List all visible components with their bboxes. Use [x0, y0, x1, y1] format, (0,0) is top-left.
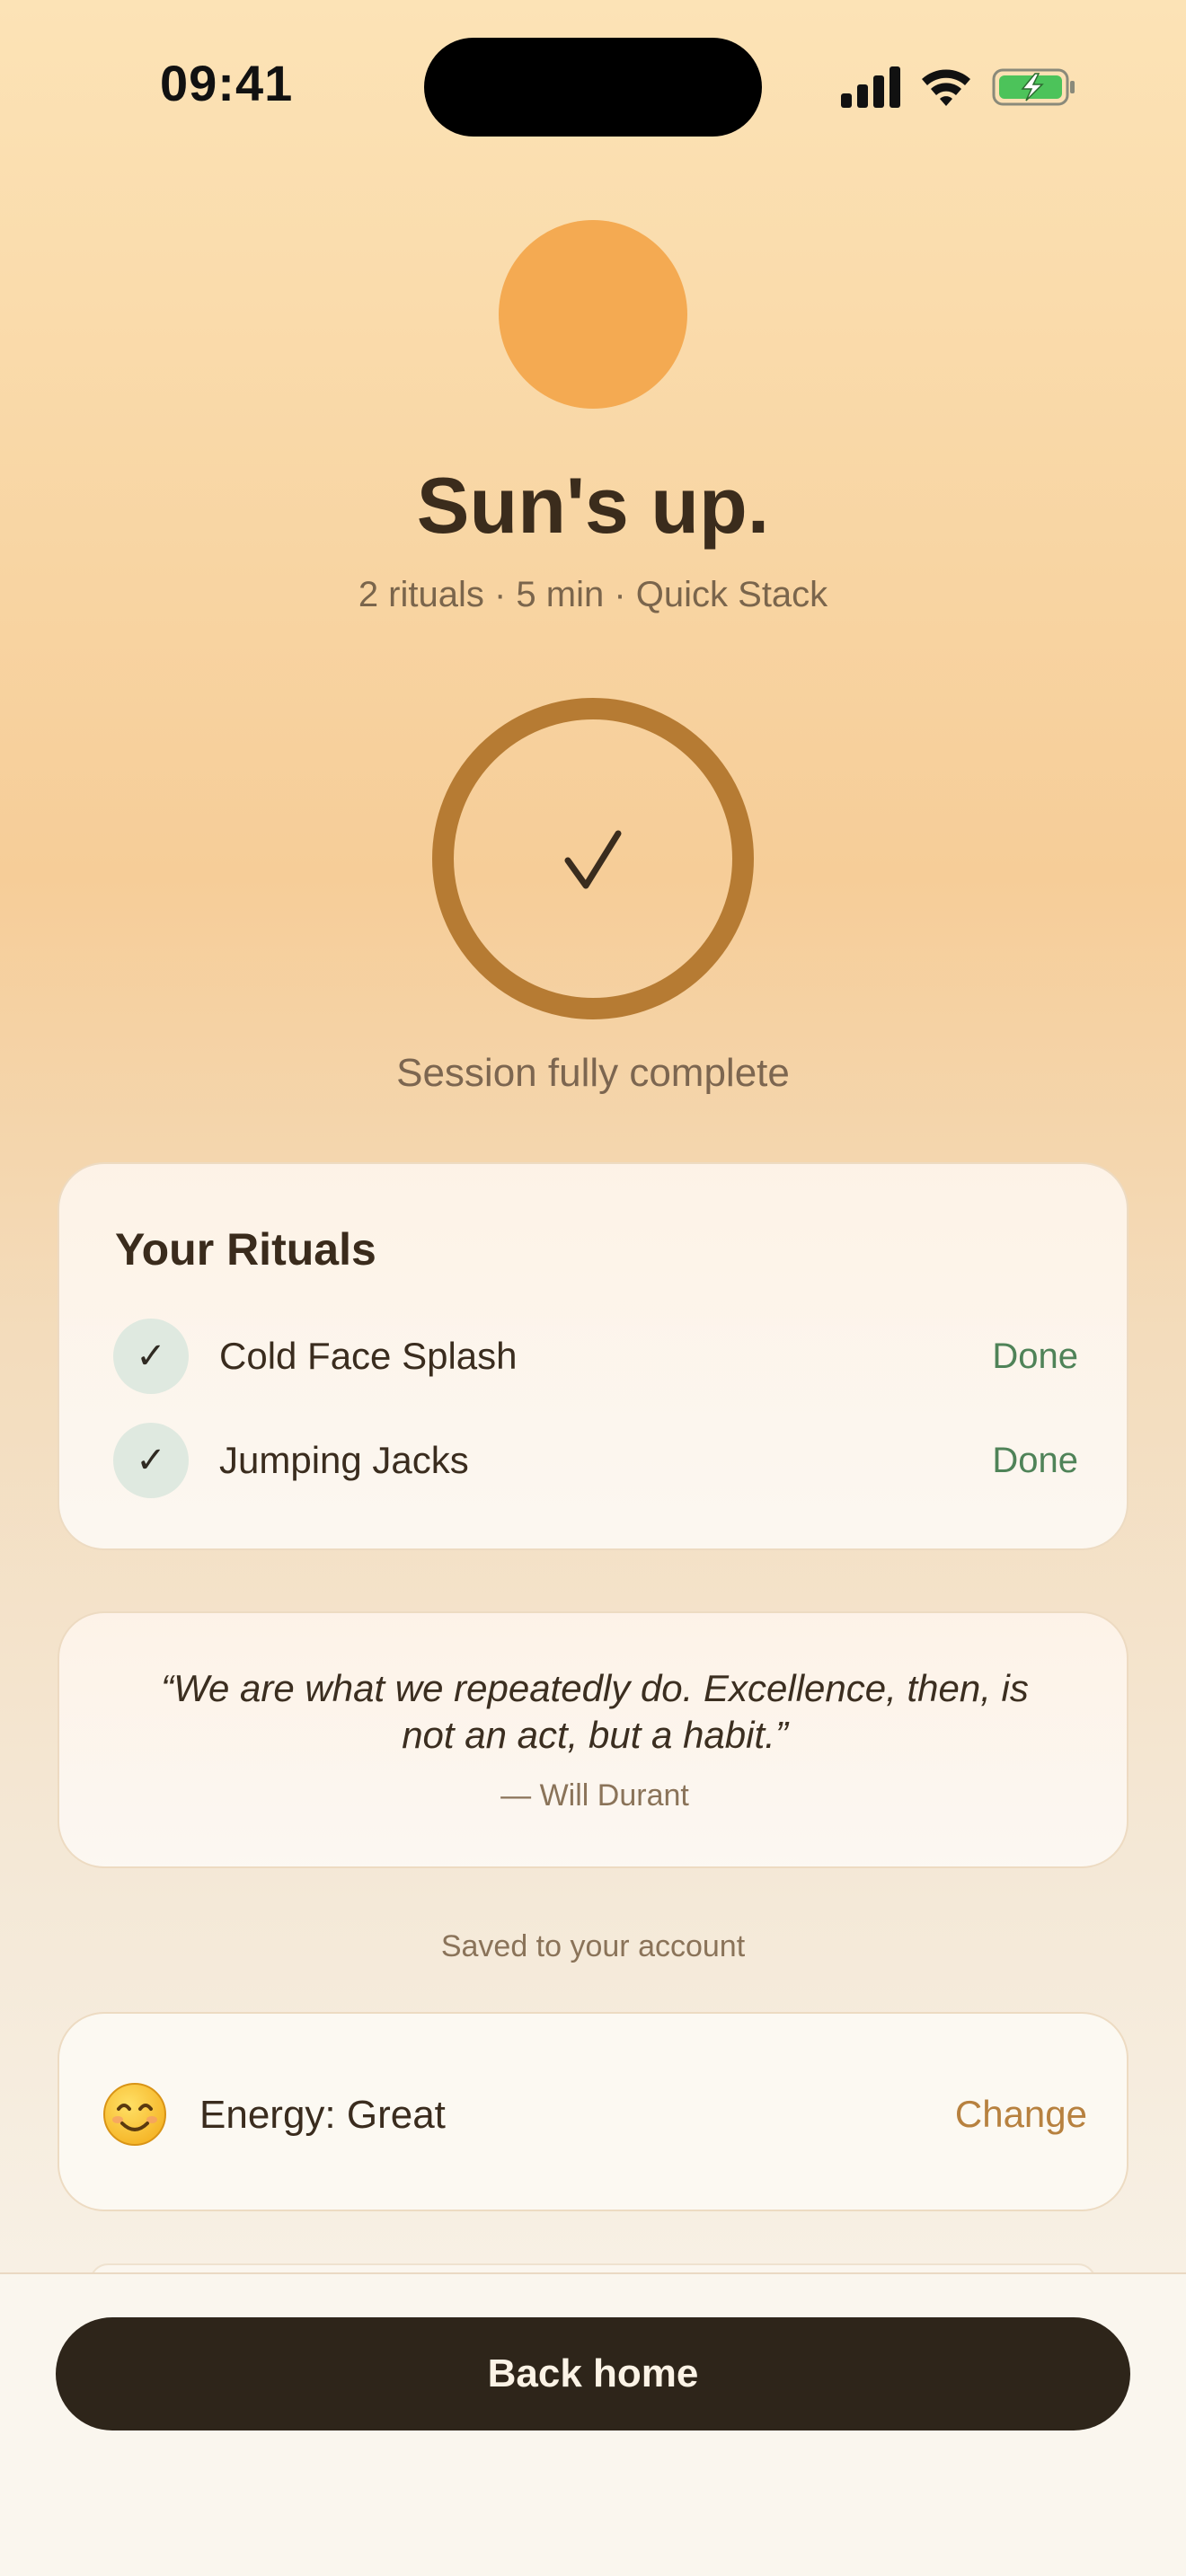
quote-author: — Will Durant [500, 1778, 689, 1813]
rituals-card: Your Rituals ✓ Cold Face Splash Done ✓ J… [58, 1162, 1128, 1550]
check-icon: ✓ [113, 1423, 189, 1498]
dynamic-island [424, 38, 762, 137]
bottom-bar: Back home [0, 2272, 1186, 2576]
ritual-row: ✓ Jumping Jacks Done [113, 1423, 1078, 1498]
ritual-status: Done [992, 1337, 1078, 1376]
quote-text: “We are what we repeatedly do. Excellenc… [161, 1667, 1029, 1756]
energy-label: Energy: Great [199, 2093, 446, 2137]
ritual-row: ✓ Cold Face Splash Done [113, 1319, 1078, 1394]
energy-card: Energy: Great Change [58, 2012, 1128, 2211]
ritual-name: Cold Face Splash [219, 1335, 518, 1377]
cellular-signal-icon [841, 66, 900, 108]
back-home-button[interactable]: Back home [56, 2317, 1130, 2430]
rituals-title: Your Rituals [115, 1224, 376, 1275]
sun-illustration [499, 220, 687, 409]
completion-ring [432, 698, 754, 1019]
saved-note: Saved to your account [440, 1929, 746, 1963]
status-time: 09:41 [160, 55, 294, 111]
wifi-icon [922, 69, 970, 106]
battery-charging-icon [992, 68, 1075, 106]
completion-caption: Session fully complete [396, 1051, 790, 1095]
quote-card: “We are what we repeatedly do. Excellenc… [58, 1611, 1128, 1868]
smiling-face-icon [103, 2083, 166, 2146]
change-energy-button[interactable]: Change [955, 2093, 1087, 2136]
checkmark-icon [564, 830, 622, 889]
ritual-name: Jumping Jacks [219, 1439, 469, 1481]
session-summary: 2 rituals · 5 min · Quick Stack [358, 575, 828, 614]
ritual-status: Done [992, 1441, 1078, 1480]
check-icon: ✓ [113, 1319, 189, 1394]
page-title: Sun's up. [416, 461, 770, 550]
